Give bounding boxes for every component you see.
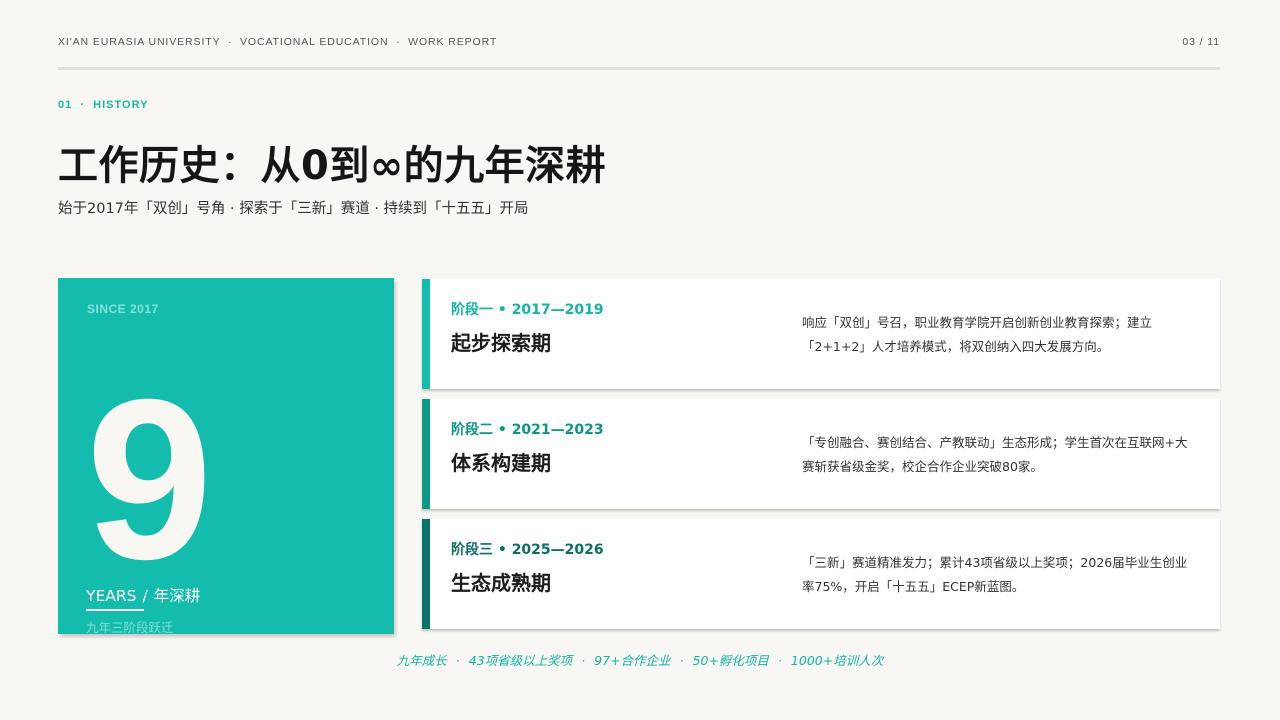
stage-description: 响应「双创」号召，职业教育学院开启创新创业教育探索；建立「2+1+2」人才培养模… — [802, 315, 1153, 354]
years-number: 9 — [86, 353, 213, 607]
header-doc: WORK REPORT — [408, 36, 498, 48]
stage-label: 阶段二 • 2021—2023 — [451, 422, 604, 438]
years-highlight-card: SINCE 2017 9 YEARS / 年深耕 九年三阶段跃迁 — [58, 278, 394, 634]
stage-card-2: 阶段二 • 2021—2023 体系构建期 「专创融合、赛创结合、产教联动」生态… — [422, 399, 1220, 509]
header-breadcrumb: XI'AN EURASIA UNIVERSITY · VOCATIONAL ED… — [58, 36, 497, 48]
years-label: YEARS / 年深耕 — [86, 584, 200, 606]
stage-description: 「三新」赛道精准发力；累计43项省级以上奖项；2026届毕业生创业率75%，开启… — [802, 555, 1188, 594]
top-bar: XI'AN EURASIA UNIVERSITY · VOCATIONAL ED… — [58, 36, 1220, 50]
footer-stat: 97+合作企业 — [594, 653, 671, 668]
years-unit-cn: 年深耕 — [153, 587, 201, 605]
stage-label: 阶段三 • 2025—2026 — [451, 542, 604, 558]
footer-stat: 1000+培训人次 — [790, 653, 884, 668]
footer-separator: · — [581, 653, 586, 668]
section-name: HISTORY — [93, 99, 149, 111]
page-title: 工作历史：从0到∞的九年深耕 — [58, 143, 607, 189]
stage-label: 阶段一 • 2017—2019 — [451, 302, 604, 318]
header-dept: VOCATIONAL EDUCATION — [239, 36, 389, 48]
since-label: SINCE 2017 — [87, 302, 159, 316]
footer-separator: · — [777, 653, 782, 668]
footer-separator: · — [455, 653, 460, 668]
header-separator: · — [227, 36, 233, 48]
stage-accent-bar — [422, 279, 430, 389]
header-separator: · — [396, 36, 401, 48]
header-org: XI'AN EURASIA UNIVERSITY — [58, 36, 221, 48]
stage-name: 起步探索期 — [451, 331, 551, 355]
footer-stat: 九年成长 — [396, 653, 447, 668]
years-underline — [86, 609, 144, 611]
stage-name: 生态成熟期 — [451, 571, 551, 595]
footer-stat: 50+孵化项目 — [692, 653, 769, 668]
section-number: 01 — [58, 99, 73, 111]
section-separator: · — [80, 99, 86, 111]
section-tag: 01 · HISTORY — [58, 99, 148, 111]
stage-description: 「专创融合、赛创结合、产教联动」生态形成；学生首次在互联网+大赛斩获省级金奖，校… — [802, 435, 1188, 474]
years-slash: / — [142, 587, 148, 605]
years-caption: 九年三阶段跃迁 — [86, 620, 174, 634]
stage-accent-bar — [422, 519, 430, 629]
stage-name: 体系构建期 — [451, 451, 551, 475]
page-number: 03 / 11 — [1182, 36, 1220, 48]
stage-card-1: 阶段一 • 2017—2019 起步探索期 响应「双创」号召，职业教育学院开启创… — [422, 279, 1220, 389]
footer-stat: 43项省级以上奖项 — [468, 653, 573, 668]
stage-card-3: 阶段三 • 2025—2026 生态成熟期 「三新」赛道精准发力；累计43项省级… — [422, 519, 1220, 629]
years-unit-en: YEARS — [86, 587, 137, 605]
footer-separator: · — [679, 653, 684, 668]
header-divider — [58, 67, 1220, 70]
stage-accent-bar — [422, 399, 430, 509]
page-subtitle: 始于2017年「双创」号角 · 探索于「三新」赛道 · 持续到「十五五」开局 — [58, 201, 529, 217]
footer-stats: 九年成长 · 43项省级以上奖项 · 97+合作企业 · 50+孵化项目 · 1000+培训人次 — [0, 650, 1280, 669]
